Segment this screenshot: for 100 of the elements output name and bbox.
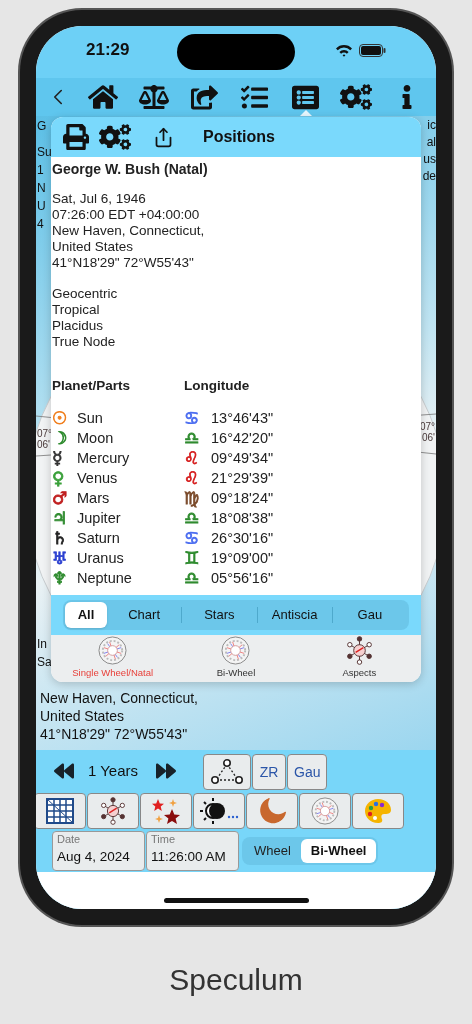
segment-tab[interactable]: Antiscia [257, 602, 332, 628]
chart-text: N [37, 180, 47, 197]
planet-symbol: ♃ [52, 510, 69, 526]
field-value: 11:26:00 AM [151, 848, 227, 866]
longitude-value: 05°56'16" [211, 570, 274, 586]
tool-button[interactable] [140, 793, 192, 829]
field-label: Date [57, 833, 82, 846]
planet-symbol: ♅ [52, 550, 69, 566]
segment-tab[interactable]: Gau [332, 602, 407, 628]
longitude-value: 13°46'43" [211, 410, 274, 426]
sign-symbol: ♎ [184, 430, 201, 446]
tool-button[interactable] [36, 793, 86, 829]
stars-icon [151, 797, 181, 825]
segment-tab[interactable]: Chart [107, 602, 182, 628]
column-header: Longitude [184, 378, 250, 394]
longitude-value: 18°08'38" [211, 510, 274, 526]
segment-tab[interactable]: Stars [182, 602, 257, 628]
rewind-icon [54, 761, 74, 781]
chart-text: 1 [37, 162, 45, 179]
chart-text: United States [40, 707, 125, 725]
sign-symbol: ♊ [184, 550, 201, 566]
planet-symbol: ♂ [52, 490, 69, 506]
planet-symbol: ☿ [52, 450, 64, 466]
view-tab[interactable]: Bi-Wheel [174, 635, 298, 682]
planet-name: Neptune [77, 570, 133, 586]
chart-text: Sa [37, 654, 52, 671]
home-icon [88, 82, 119, 112]
chart-text: 41°N18'29" 72°W55'43" [40, 725, 188, 743]
toggle-option[interactable]: Wheel [244, 839, 301, 863]
chart-text: al [426, 134, 436, 151]
chart-text: U [37, 198, 47, 215]
planet-name: Moon [77, 430, 115, 446]
segment-tab[interactable]: All [65, 602, 107, 628]
longitude-value: 26°30'16" [211, 530, 274, 546]
date-field[interactable]: Date Aug 4, 2024 [52, 831, 145, 871]
checklist-icon [241, 83, 269, 111]
aspects-icon [99, 797, 127, 825]
chart-text: ic [427, 117, 436, 134]
longitude-value: 16°42'20" [211, 430, 274, 446]
wheel-minute-label: 06' [421, 432, 435, 443]
sign-symbol: ♋ [184, 530, 201, 546]
planet-symbol: ♄ [52, 530, 69, 546]
chart-text: In [37, 636, 47, 653]
toggle-option[interactable]: Bi-Wheel [300, 839, 377, 863]
sign-symbol: ♋ [184, 410, 201, 426]
caption: Speculum [169, 962, 303, 998]
tool-button[interactable] [87, 793, 139, 829]
planet-name: Saturn [77, 530, 121, 546]
status-time: 21:29 [86, 39, 130, 62]
longitude-value: 21°29'39" [211, 470, 274, 486]
sign-symbol: ♌ [184, 470, 201, 486]
step-size: 1 Years [88, 760, 140, 781]
column-header: Planet/Parts [52, 378, 132, 394]
chart-setting: Placidus [52, 318, 105, 334]
chart-text: Su [37, 144, 52, 161]
tool-button[interactable] [193, 793, 245, 829]
planet-name: Mars [77, 490, 111, 506]
share-icon [190, 83, 218, 111]
view-tab[interactable]: Aspects [297, 635, 421, 682]
chart-detail: United States [52, 239, 135, 255]
field-value: Aug 4, 2024 [57, 848, 131, 866]
time-field[interactable]: Time 11:26:00 AM [146, 831, 239, 871]
fast-forward-icon [156, 761, 176, 781]
longitude-value: 09°49'34" [211, 450, 274, 466]
battery-icon [359, 43, 386, 57]
sign-symbol: ♎ [184, 510, 201, 526]
chart-detail: Sat, Jul 6, 1946 [52, 191, 147, 207]
planet-symbol: ☉ [52, 410, 69, 426]
view-tab[interactable]: Single Wheel/Natal [51, 635, 175, 682]
chart-setting: True Node [52, 334, 117, 350]
mode-button[interactable] [203, 754, 251, 790]
longitude-value: 09°18'24" [211, 490, 274, 506]
chart-detail: New Haven, Connecticut, [52, 223, 205, 239]
eclipse-icon [199, 797, 239, 825]
planet-name: Jupiter [77, 510, 122, 526]
chart-text: G [37, 118, 48, 135]
longitude-value: 19°09'00" [211, 550, 274, 566]
scales-icon [138, 82, 169, 112]
wheel-minute-label: 06' [37, 439, 51, 450]
chart-text: New Haven, Connecticut, [40, 689, 198, 707]
popup-title: Positions [203, 127, 275, 147]
wheel-icon [311, 797, 339, 825]
palette-icon [364, 798, 392, 824]
wifi-icon [335, 43, 353, 57]
chart-text: us [423, 151, 436, 168]
list-icon [292, 83, 320, 111]
aspects-icon [344, 636, 374, 666]
field-label: Time [151, 833, 177, 846]
planet-symbol: ♆ [52, 570, 69, 586]
chart-text: 4 [37, 216, 45, 233]
sign-symbol: ♎ [184, 570, 201, 586]
planet-name: Venus [77, 470, 119, 486]
mode-button[interactable]: Gau [287, 754, 328, 790]
mode-button[interactable]: ZR [252, 754, 286, 790]
settings-icon [99, 121, 131, 153]
chart-detail: 07:26:00 EDT +04:00:00 [52, 207, 201, 223]
planet-name: Uranus [77, 550, 125, 566]
planet-name: Mercury [77, 450, 131, 466]
chart-setting: Tropical [52, 302, 101, 318]
chart-setting: Geocentric [52, 286, 118, 302]
